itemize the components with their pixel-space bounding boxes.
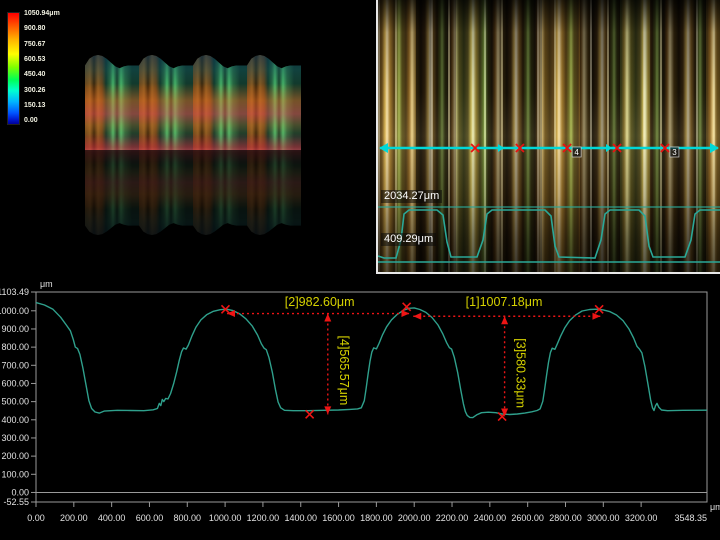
x-tick-label: 1600.00: [322, 513, 355, 523]
scan-height-label: 409.29μm: [381, 233, 436, 246]
measure-arrow-icon: [324, 314, 331, 322]
h-measure-label: [1]1007.18μm: [466, 295, 543, 309]
y-tick-label: 1000.00: [0, 306, 29, 316]
profile-overlay: [378, 0, 720, 272]
colorbar-tick-label: 750.67: [24, 41, 84, 48]
colorbar-tick-label: 600.53: [24, 56, 84, 63]
x-tick-label: 0.00: [27, 513, 45, 523]
colorbar-tick-label: 0.00: [24, 117, 84, 124]
x-tick-label: 1800.00: [360, 513, 393, 523]
profile-chart-panel[interactable]: 1103.49 1000.00 900.00 800.00 700.00 600.00 50…: [0, 275, 720, 540]
height-map-3d-panel[interactable]: 1050.94μm 900.80 750.67 600.53 450.40 300.26 1…: [0, 0, 376, 273]
x-end-tick-label: 3548.35: [674, 513, 707, 523]
x-tick-label: 1400.00: [284, 513, 317, 523]
x-tick-label: 600.00: [136, 513, 164, 523]
x-tick-label: 2600.00: [511, 513, 544, 523]
y-tick-label: 300.00: [1, 433, 29, 443]
x-tick-label: 2800.00: [549, 513, 582, 523]
x-tick-label: 800.00: [174, 513, 202, 523]
plot-frame: [36, 292, 707, 502]
height-colorbar: 1050.94μm900.80750.67600.53450.40300.261…: [7, 12, 77, 132]
surface-3d-render[interactable]: [85, 55, 301, 235]
height-colorbar-gradient: [7, 12, 20, 125]
surface-3d-band: [85, 55, 301, 150]
v-measure-label: [3]580.33μm: [514, 338, 528, 408]
colorbar-tick-label: 150.13: [24, 102, 84, 109]
metrology-app-screen: 1050.94μm 900.80 750.67 600.53 450.40 300.26 1…: [0, 0, 720, 540]
measure-arrow-icon: [501, 409, 508, 417]
measure-arrow-icon: [401, 310, 409, 317]
x-tick-label: 3000.00: [587, 513, 620, 523]
surface-3d-reflection: [85, 150, 301, 235]
measure-arrow-icon: [592, 313, 600, 320]
colorbar-tick-label: 300.26: [24, 87, 84, 94]
y-tick-label: 400.00: [1, 415, 29, 425]
y-tick-label: 500.00: [1, 397, 29, 407]
y-tick-label: -52.55: [3, 497, 29, 507]
y-tick-label: 700.00: [1, 360, 29, 370]
x-tick-label: 400.00: [98, 513, 126, 523]
y-tick-label: 100.00: [1, 469, 29, 479]
y-tick-label: 200.00: [1, 451, 29, 461]
x-tick-label: 2200.00: [436, 513, 469, 523]
v-measure-label: [4]565.57μm: [337, 336, 351, 406]
y-tick-label: 800.00: [1, 342, 29, 352]
colorbar-tick-label: 450.40: [24, 71, 84, 78]
x-tick-label: 3200.00: [625, 513, 658, 523]
y-tick-label: 0.00: [11, 487, 29, 497]
x-axis-unit-label: μm: [710, 502, 720, 512]
colorbar-tick-label: 1050.94μm: [24, 10, 84, 17]
measure-arrow-icon: [413, 313, 421, 320]
colorbar-tick-label: 900.80: [24, 25, 84, 32]
x-tick-label: 2400.00: [474, 513, 507, 523]
x-tick-label: 1000.00: [209, 513, 242, 523]
x-tick-label: 2000.00: [398, 513, 431, 523]
scan-width-label: 2034.27μm: [381, 190, 442, 203]
y-axis-unit-label: μm: [40, 279, 53, 289]
h-measure-label: [2]982.60μm: [285, 295, 355, 309]
x-tick-label: 200.00: [60, 513, 88, 523]
y-tick-label: 1103.49: [0, 287, 29, 297]
x-tick-label: 1200.00: [247, 513, 280, 523]
y-tick-label: 900.00: [1, 324, 29, 334]
profile-chart: 1103.49 1000.00 900.00 800.00 700.00 600.00 50…: [0, 275, 720, 540]
measure-arrow-icon: [501, 316, 508, 324]
profile-curve: [36, 303, 707, 418]
microscope-image-panel[interactable]: 43 2034.27μm 409.29μm: [376, 0, 720, 274]
y-tick-label: 600.00: [1, 378, 29, 388]
